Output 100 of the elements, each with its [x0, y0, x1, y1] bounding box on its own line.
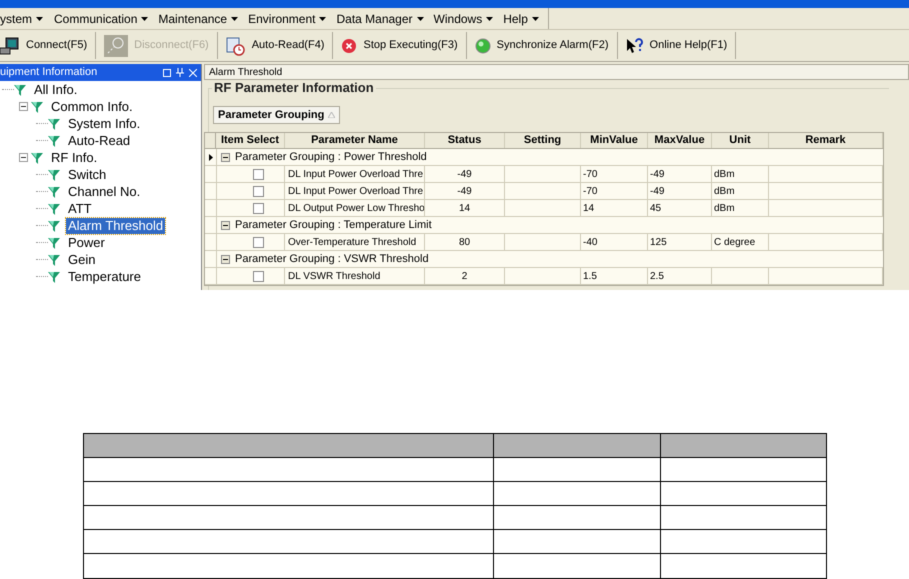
column-header[interactable]: MaxValue	[648, 133, 712, 148]
caret-icon	[231, 16, 238, 20]
checkbox[interactable]	[253, 236, 264, 248]
tree-item[interactable]: ATT	[66, 200, 94, 216]
table-cell-text: -49	[650, 168, 664, 182]
table-cell-text: -70	[583, 184, 598, 198]
table-cell-text: dBm	[714, 202, 735, 216]
column-header[interactable]: Status	[425, 133, 505, 148]
caret-icon	[36, 16, 44, 20]
checkbox[interactable]	[253, 168, 264, 180]
checkbox[interactable]	[253, 186, 264, 196]
table-cell-text: C degree	[714, 236, 756, 250]
table-cell-text: 45	[650, 202, 662, 216]
tree-item[interactable]: RF Info.	[49, 150, 100, 166]
group-row-label: Parameter Grouping : Power Threshold	[235, 150, 427, 165]
toolbar-button[interactable]: Online Help(F1)	[618, 32, 736, 59]
document-tab[interactable]: Alarm Threshold	[205, 64, 282, 80]
column-header[interactable]: Setting	[505, 133, 581, 148]
tree-item[interactable]: Common Info.	[49, 98, 135, 114]
table-cell-text: dBm	[714, 184, 735, 198]
toolbar-button[interactable]: Connect(F5)	[0, 32, 96, 59]
funnel-icon	[48, 270, 60, 282]
pin-icon[interactable]	[176, 68, 184, 77]
menu-item[interactable]: Windows	[428, 8, 498, 29]
column-header[interactable]: Parameter Name	[285, 133, 425, 148]
table-cell-text: DL VSWR Threshold	[288, 270, 380, 284]
funnel-icon	[48, 254, 60, 266]
tree-item[interactable]: Auto-Read	[66, 132, 132, 148]
table-cell-text: -70	[583, 168, 598, 182]
table-cell-text: 2	[462, 270, 468, 284]
checkbox[interactable]	[253, 270, 264, 282]
funnel-icon	[48, 202, 60, 214]
tree-item[interactable]: Power	[66, 234, 107, 250]
close-icon[interactable]	[189, 68, 197, 76]
collapse-icon[interactable]	[19, 153, 28, 162]
funnel-icon	[48, 220, 60, 232]
tree-item[interactable]: Channel No.	[66, 184, 142, 200]
menu-item[interactable]: Help	[498, 8, 544, 29]
column-header[interactable]: MinValue	[581, 133, 648, 148]
table-cell-text: 80	[458, 236, 470, 250]
table-cell-text: -49	[650, 184, 664, 198]
table-cell-text: DL Output Power Low Thresho	[288, 202, 424, 216]
funnel-icon	[14, 84, 26, 96]
funnel-icon	[48, 134, 60, 146]
tree-item[interactable]: Gein	[66, 252, 98, 268]
tree-item[interactable]: Alarm Threshold	[66, 218, 166, 234]
funnel-icon	[48, 118, 60, 130]
group-row-label: Parameter Grouping : Temperature Limit	[235, 218, 432, 233]
panel-title: uipment Information	[0, 65, 98, 80]
help-icon	[626, 38, 644, 54]
table-cell-text: 14	[583, 202, 594, 216]
computer-icon	[0, 36, 20, 54]
tree-item[interactable]: All Info.	[32, 82, 80, 98]
menu-item[interactable]: Data Manager	[331, 8, 429, 29]
table-cell-text: -49	[457, 168, 472, 182]
menu-item[interactable]: Maintenance	[153, 8, 244, 29]
table-cell-text: DL Input Power Overload Thre	[288, 184, 424, 198]
collapse-icon[interactable]	[221, 152, 230, 162]
tree-item[interactable]: Temperature	[66, 268, 143, 284]
table-cell-text: 125	[650, 236, 667, 250]
grouping-button[interactable]: Parameter Grouping	[213, 106, 340, 124]
table-cell-text: 1.5	[583, 270, 597, 284]
funnel-icon	[48, 186, 60, 198]
toolbar-button[interactable]: Synchronize Alarm(F2)	[466, 32, 618, 59]
toolbar-button[interactable]: Auto-Read(F4)	[218, 32, 334, 59]
menu-item[interactable]: Environment	[243, 8, 332, 29]
tree-item[interactable]: Switch	[66, 166, 108, 182]
caret-icon	[416, 16, 424, 20]
caret-icon	[532, 16, 539, 20]
row-pointer-icon	[208, 154, 212, 160]
table-cell-text: Over-Temperature Threshold	[288, 236, 416, 250]
checkbox[interactable]	[253, 202, 264, 214]
funnel-icon	[48, 236, 60, 248]
funnel-icon	[31, 152, 43, 164]
table-cell-text: dBm	[714, 168, 735, 182]
group-row-label: Parameter Grouping : VSWR Threshold	[235, 252, 429, 267]
column-header[interactable]: Item Select	[216, 133, 285, 148]
sort-icon	[328, 112, 336, 118]
table-cell-text: -40	[583, 236, 598, 250]
caret-icon	[141, 16, 148, 20]
column-header[interactable]: Remark	[769, 133, 883, 148]
caret-icon	[486, 16, 494, 20]
toolbar-button[interactable]: Stop Executing(F3)	[333, 32, 467, 59]
table-cell-text: 14	[458, 202, 470, 216]
tree-item[interactable]: System Info.	[66, 116, 142, 132]
caret-icon	[319, 16, 326, 20]
table-cell-text: -49	[457, 184, 472, 198]
table-cell-text: DL Input Power Overload Thre	[288, 168, 424, 182]
stop-icon	[341, 38, 358, 54]
column-header[interactable]: Unit	[712, 133, 769, 148]
funnel-icon	[48, 168, 60, 180]
status-light-icon	[474, 38, 491, 54]
menu-item[interactable]: ystem	[0, 8, 50, 29]
collapse-icon[interactable]	[221, 254, 230, 264]
collapse-icon[interactable]	[19, 102, 28, 111]
restore-icon[interactable]	[163, 68, 171, 76]
table-cell-text: 2.5	[650, 270, 664, 284]
funnel-icon	[31, 100, 43, 112]
menu-item[interactable]: Communication	[49, 8, 154, 29]
collapse-icon[interactable]	[221, 220, 230, 230]
